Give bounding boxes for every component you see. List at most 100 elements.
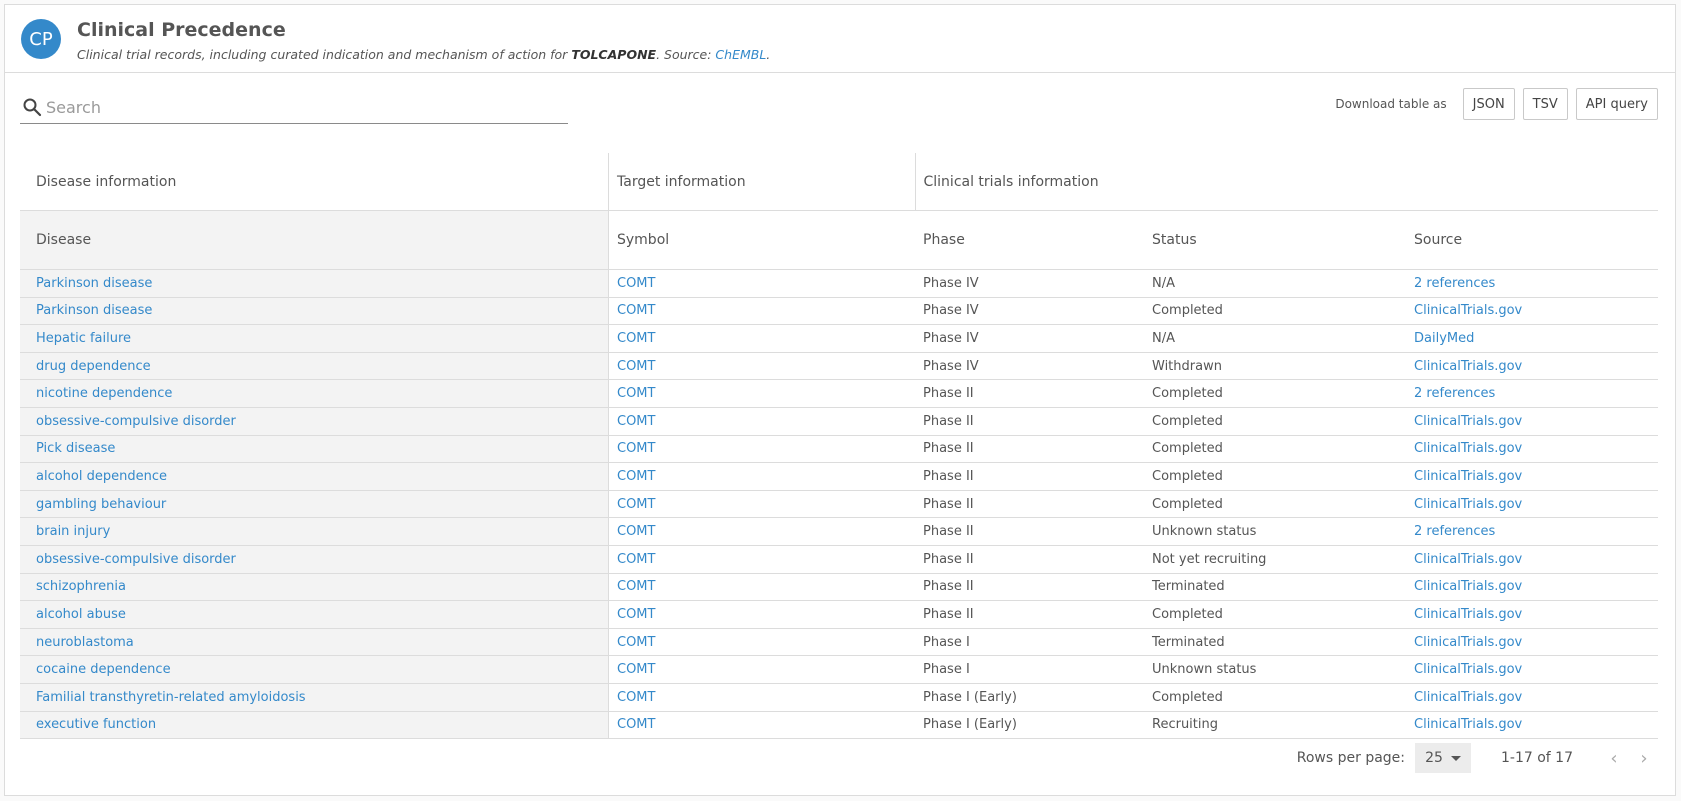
source-link[interactable]: ClinicalTrials.gov xyxy=(1414,469,1522,484)
table-row: alcohol dependence COMT Phase II Completed C… xyxy=(20,462,1658,491)
disease-link[interactable]: alcohol dependence xyxy=(36,469,167,484)
download-tsv-button[interactable]: TSV xyxy=(1522,88,1568,120)
target-symbol-link[interactable]: COMT xyxy=(617,497,655,512)
target-symbol-link[interactable]: COMT xyxy=(617,607,655,622)
column-header-disease[interactable]: Disease xyxy=(20,210,609,270)
table-cell-phase: Phase II xyxy=(915,379,1136,408)
target-symbol-link[interactable]: COMT xyxy=(617,414,655,429)
column-header-status[interactable]: Status xyxy=(1136,210,1398,270)
search-icon xyxy=(23,98,42,117)
column-header-source[interactable]: Source xyxy=(1398,210,1658,270)
chembl-link[interactable]: ChEMBL xyxy=(715,47,766,62)
pagination: Rows per page: 25 1-17 of 17 ‹ › xyxy=(1297,742,1659,774)
table-cell-status: N/A xyxy=(1136,269,1398,298)
rows-per-page-value: 25 xyxy=(1425,750,1443,766)
target-symbol-link[interactable]: COMT xyxy=(617,276,655,291)
column-header-phase[interactable]: Phase xyxy=(915,210,1136,270)
subtitle-source-prefix: . Source: xyxy=(656,47,716,62)
table-cell-phase: Phase II xyxy=(915,490,1136,519)
source-link[interactable]: ClinicalTrials.gov xyxy=(1414,414,1522,429)
source-link[interactable]: ClinicalTrials.gov xyxy=(1414,690,1522,705)
disease-link[interactable]: Pick disease xyxy=(36,441,115,456)
phase-cell: Phase IV xyxy=(923,358,979,374)
source-link[interactable]: ClinicalTrials.gov xyxy=(1414,607,1522,622)
source-link[interactable]: 2 references xyxy=(1414,276,1495,291)
disease-link[interactable]: alcohol abuse xyxy=(36,607,126,622)
source-link[interactable]: ClinicalTrials.gov xyxy=(1414,635,1522,650)
table-cell-disease: nicotine dependence xyxy=(20,379,609,408)
target-symbol-link[interactable]: COMT xyxy=(617,717,655,732)
table-cell-symbol: COMT xyxy=(608,462,915,491)
phase-cell: Phase II xyxy=(923,579,974,595)
target-symbol-link[interactable]: COMT xyxy=(617,635,655,650)
target-symbol-link[interactable]: COMT xyxy=(617,359,655,374)
table-cell-status: Completed xyxy=(1136,297,1398,326)
table-row: neuroblastoma COMT Phase I Terminated Clinic… xyxy=(20,628,1658,657)
phase-cell: Phase II xyxy=(923,413,974,429)
table-cell-disease: schizophrenia xyxy=(20,573,609,602)
api-query-button[interactable]: API query xyxy=(1575,88,1658,120)
target-symbol-link[interactable]: COMT xyxy=(617,662,655,677)
chevron-left-icon: ‹ xyxy=(1610,747,1618,769)
download-json-button[interactable]: JSON xyxy=(1462,88,1515,120)
disease-link[interactable]: gambling behaviour xyxy=(36,497,166,512)
table-cell-status: Terminated xyxy=(1136,628,1398,657)
table-cell-source: ClinicalTrials.gov xyxy=(1398,600,1658,629)
disease-link[interactable]: neuroblastoma xyxy=(36,635,134,650)
target-symbol-link[interactable]: COMT xyxy=(617,303,655,318)
status-cell: N/A xyxy=(1152,275,1175,291)
status-cell: Terminated xyxy=(1152,634,1225,650)
source-link[interactable]: ClinicalTrials.gov xyxy=(1414,662,1522,677)
table-cell-disease: Familial transthyretin-related amyloidos… xyxy=(20,683,609,712)
source-link[interactable]: ClinicalTrials.gov xyxy=(1414,717,1522,732)
disease-link[interactable]: obsessive-compulsive disorder xyxy=(36,414,236,429)
phase-cell: Phase II xyxy=(923,606,974,622)
table-cell-phase: Phase IV xyxy=(915,269,1136,298)
table-cell-status: Completed xyxy=(1136,600,1398,629)
disease-link[interactable]: cocaine dependence xyxy=(36,662,171,677)
disease-link[interactable]: executive function xyxy=(36,717,156,732)
source-link[interactable]: ClinicalTrials.gov xyxy=(1414,497,1522,512)
disease-link[interactable]: Parkinson disease xyxy=(36,303,152,318)
target-symbol-link[interactable]: COMT xyxy=(617,524,655,539)
source-link[interactable]: DailyMed xyxy=(1414,331,1474,346)
phase-cell: Phase II xyxy=(923,496,974,512)
disease-link[interactable]: Parkinson disease xyxy=(36,276,152,291)
previous-page-button[interactable]: ‹ xyxy=(1599,743,1629,773)
next-page-button[interactable]: › xyxy=(1629,743,1659,773)
table-cell-disease: drug dependence xyxy=(20,352,609,381)
target-symbol-link[interactable]: COMT xyxy=(617,331,655,346)
source-link[interactable]: ClinicalTrials.gov xyxy=(1414,303,1522,318)
disease-link[interactable]: drug dependence xyxy=(36,359,151,374)
disease-link[interactable]: nicotine dependence xyxy=(36,386,172,401)
status-cell: Not yet recruiting xyxy=(1152,551,1267,567)
source-link[interactable]: ClinicalTrials.gov xyxy=(1414,552,1522,567)
target-symbol-link[interactable]: COMT xyxy=(617,579,655,594)
disease-link[interactable]: schizophrenia xyxy=(36,579,126,594)
disease-link[interactable]: obsessive-compulsive disorder xyxy=(36,552,236,567)
disease-link[interactable]: Hepatic failure xyxy=(36,331,131,346)
phase-cell: Phase IV xyxy=(923,303,979,319)
status-cell: Unknown status xyxy=(1152,524,1257,540)
table-row: Parkinson disease COMT Phase IV Completed Cl… xyxy=(20,297,1658,326)
status-cell: Completed xyxy=(1152,386,1223,402)
rows-per-page-select[interactable]: 25 xyxy=(1415,743,1472,773)
source-link[interactable]: ClinicalTrials.gov xyxy=(1414,579,1522,594)
target-symbol-link[interactable]: COMT xyxy=(617,690,655,705)
table-cell-disease: Hepatic failure xyxy=(20,324,609,353)
source-link[interactable]: 2 references xyxy=(1414,386,1495,401)
target-symbol-link[interactable]: COMT xyxy=(617,441,655,456)
source-link[interactable]: ClinicalTrials.gov xyxy=(1414,359,1522,374)
target-symbol-link[interactable]: COMT xyxy=(617,552,655,567)
table-cell-status: Unknown status xyxy=(1136,517,1398,546)
disease-link[interactable]: brain injury xyxy=(36,524,110,539)
source-link[interactable]: ClinicalTrials.gov xyxy=(1414,441,1522,456)
table-cell-disease: alcohol abuse xyxy=(20,600,609,629)
table-cell-status: Completed xyxy=(1136,490,1398,519)
search-input[interactable] xyxy=(44,93,563,121)
target-symbol-link[interactable]: COMT xyxy=(617,469,655,484)
source-link[interactable]: 2 references xyxy=(1414,524,1495,539)
column-header-symbol[interactable]: Symbol xyxy=(608,210,915,270)
target-symbol-link[interactable]: COMT xyxy=(617,386,655,401)
disease-link[interactable]: Familial transthyretin-related amyloidos… xyxy=(36,690,306,705)
